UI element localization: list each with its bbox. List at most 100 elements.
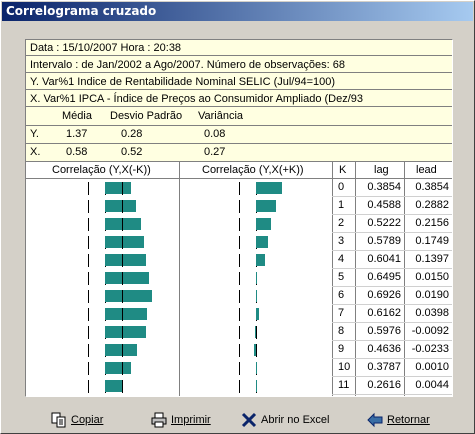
lag-value: 0.6495 (367, 271, 401, 283)
significance-line (239, 236, 240, 249)
stats-header-variancia: Variância (198, 110, 244, 122)
header-corr-lead: Correlação (Y,X(+K)) (202, 164, 304, 176)
significance-line (88, 380, 89, 393)
lag-bar (105, 344, 137, 356)
table-row: 5 0.6495 0.0150 (26, 269, 452, 287)
lag-value: 0.6926 (367, 289, 401, 301)
significance-line (239, 200, 240, 213)
lead-bar (256, 272, 258, 284)
k-value: 12 (338, 395, 350, 396)
significance-line (88, 200, 89, 213)
lead-value: 0.2882 (415, 199, 449, 211)
lead-value: -0.0233 (411, 343, 449, 355)
lag-bar (105, 236, 145, 248)
window-title: Correlograma cruzado (6, 4, 157, 18)
lead-bar (256, 254, 266, 266)
k-value: 11 (338, 379, 350, 391)
significance-line (88, 182, 89, 195)
significance-line (239, 290, 240, 303)
stats-header-desvio: Desvio Padrão (110, 110, 183, 122)
significance-line (88, 326, 89, 339)
stats-x-variancia: 0.27 (204, 146, 226, 158)
significance-line (239, 218, 240, 231)
significance-line (239, 182, 240, 195)
lead-value: 0.0044 (415, 379, 449, 391)
table-row: 6 0.6926 0.0190 (26, 287, 452, 305)
print-label: Imprimir (171, 414, 211, 426)
lag-value: 0.3787 (367, 361, 401, 373)
lead-value: 0.1749 (415, 235, 449, 247)
lead-bar (256, 236, 268, 248)
significance-line (239, 326, 240, 339)
title-bar[interactable]: Correlograma cruzado (2, 2, 473, 21)
table-row: 3 0.5789 0.1749 (26, 233, 452, 251)
copy-label: Copiar (71, 414, 104, 426)
significance-line (122, 236, 123, 249)
print-button[interactable]: Imprimir (151, 411, 211, 429)
table-row: 9 0.4636 -0.0233 (26, 341, 452, 359)
significance-line (122, 308, 123, 321)
significance-line (122, 218, 123, 231)
date-line: Data : 15/10/2007 Hora : 20:38 (26, 40, 452, 56)
report-panel: Data : 15/10/2007 Hora : 20:38 Intervalo… (25, 39, 453, 397)
lead-value: 0.0150 (415, 271, 449, 283)
significance-line (88, 272, 89, 285)
lag-value: 0.4636 (367, 343, 401, 355)
y-variable-line: Y. Var%1 Indice de Rentabilidade Nominal… (26, 74, 452, 90)
table-row: 1 0.4588 0.2882 (26, 197, 452, 215)
lag-bar (105, 272, 150, 284)
lag-value: 0.3854 (367, 181, 401, 193)
open-excel-label: Abrir no Excel (261, 414, 330, 426)
lag-value: 0.5222 (367, 217, 401, 229)
significance-line (122, 254, 123, 267)
lag-bar (105, 200, 137, 212)
copy-button[interactable]: Copiar (51, 411, 103, 429)
significance-line (239, 362, 240, 375)
significance-line (239, 380, 240, 393)
significance-line (122, 182, 123, 195)
open-excel-button[interactable]: Abrir no Excel (241, 411, 329, 429)
lag-value: 0.6162 (367, 307, 401, 319)
significance-line (88, 344, 89, 357)
lead-value: 0.1397 (415, 253, 449, 265)
significance-line (122, 344, 123, 357)
divider (26, 125, 452, 126)
table-row: 10 0.3787 0.0010 (26, 359, 452, 377)
lead-bar (256, 290, 258, 302)
significance-line (88, 290, 89, 303)
lead-value: 0.0190 (415, 289, 449, 301)
lag-bar (105, 182, 132, 194)
significance-line (122, 272, 123, 285)
lag-bar (105, 326, 146, 338)
lag-value: 0.1671 (356, 395, 401, 396)
k-value: 10 (338, 361, 351, 373)
x-variable-line: X. Var%1 IPCA - Índice de Preços ao Cons… (26, 91, 452, 107)
lead-bar (254, 344, 256, 356)
printer-icon (151, 412, 167, 428)
lead-bar (256, 362, 257, 374)
arrow-left-icon (367, 412, 383, 428)
k-value: 8 (338, 325, 345, 337)
lead-bar (255, 326, 256, 338)
lag-bar (105, 254, 147, 266)
lag-value: 0.6041 (367, 253, 401, 265)
header-lag: lag (374, 164, 389, 176)
lag-bar (105, 362, 131, 374)
lead-value: 0.0769 (405, 395, 449, 396)
stats-header-media: Média (62, 110, 92, 122)
lead-bar (256, 218, 271, 230)
lag-value: 0.4588 (367, 199, 401, 211)
lead-value: 0.0010 (415, 361, 449, 373)
k-value: 0 (338, 181, 345, 193)
toolbar: Copiar Imprimir Abrir no Excel Retornar (1, 405, 474, 433)
significance-line (239, 272, 240, 285)
significance-line (239, 308, 240, 321)
back-label: Retornar (387, 414, 430, 426)
k-value: 2 (338, 217, 345, 229)
table-row: 2 0.5222 0.2156 (26, 215, 452, 233)
stats-y-desvio: 0.28 (121, 128, 143, 140)
back-button[interactable]: Retornar (367, 411, 430, 429)
significance-line (122, 362, 123, 375)
significance-line (122, 290, 123, 303)
significance-line (239, 254, 240, 267)
